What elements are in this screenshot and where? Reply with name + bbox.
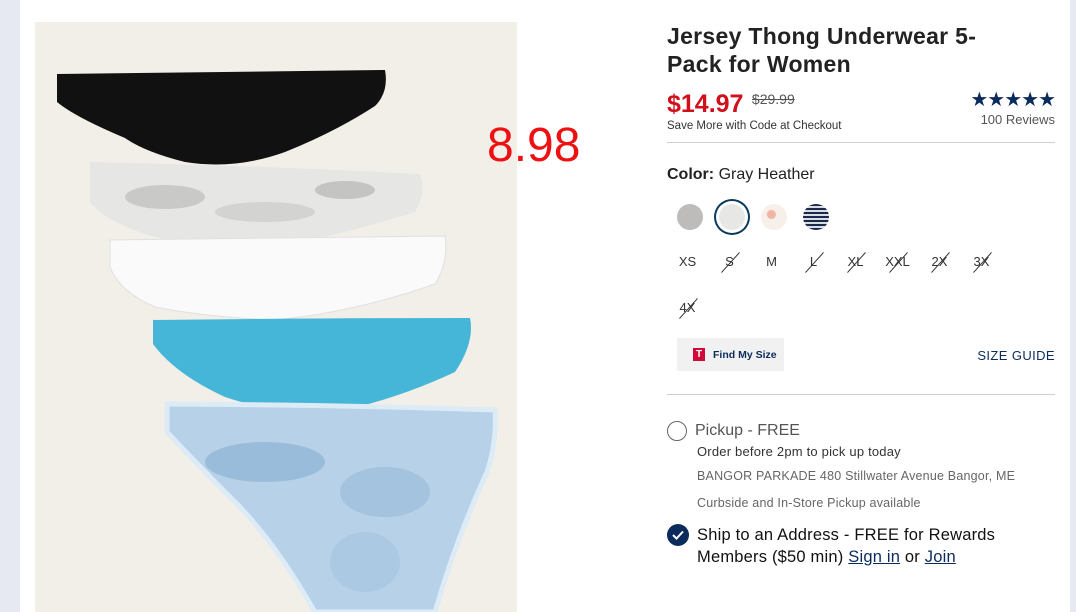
turquoise-thong: [153, 318, 471, 413]
size-option-4x[interactable]: 4X: [666, 298, 709, 318]
ship-checked-icon[interactable]: [667, 524, 689, 546]
pickup-availability: Curbside and In-Store Pickup available: [697, 496, 921, 510]
divider: [667, 142, 1055, 143]
swatch-floral[interactable]: [761, 204, 787, 230]
size-option-xs[interactable]: XS: [666, 252, 709, 272]
sale-price: $14.97: [667, 90, 744, 118]
pickup-radio[interactable]: [667, 421, 687, 441]
swatch-stripe[interactable]: [803, 204, 829, 230]
swatch-gray-heather[interactable]: [719, 204, 745, 230]
white-thong: [109, 235, 447, 321]
reviews-link[interactable]: 100 Reviews: [970, 112, 1055, 127]
color-label-title: Color:: [667, 166, 715, 183]
product-title: Jersey Thong Underwear 5-Pack for Women: [667, 23, 977, 77]
black-thong: [57, 70, 386, 165]
ship-option: Ship to an Address - FREE for Rewards Me…: [667, 524, 1055, 568]
divider: [667, 394, 1055, 395]
find-my-size-button[interactable]: T Find My Size: [677, 338, 784, 371]
color-label: Color: Gray Heather: [667, 166, 1055, 184]
color-swatches: [677, 204, 1055, 230]
price-row: $14.97 $29.99 Save More with Code at Che…: [667, 89, 1056, 134]
join-link[interactable]: Join: [925, 548, 956, 566]
product-details-panel: Jersey Thong Underwear 5-Pack for Women …: [667, 22, 1056, 568]
ship-or: or: [904, 548, 920, 566]
pickup-deadline: Order before 2pm to pick up today: [697, 444, 901, 459]
find-my-size-label: Find My Size: [713, 348, 777, 361]
size-guide-link[interactable]: SIZE GUIDE: [977, 348, 1055, 363]
size-option-l[interactable]: L: [792, 252, 835, 272]
size-option-3x[interactable]: 3X: [960, 252, 1003, 272]
size-option-m[interactable]: M: [750, 252, 793, 272]
size-option-s[interactable]: S: [708, 252, 751, 272]
color-value: Gray Heather: [718, 166, 815, 183]
rating[interactable]: ★★★★★ 100 Reviews: [970, 89, 1056, 127]
page: 8.98 Jersey Thong Underwear 5-Pack for W…: [20, 0, 1070, 612]
pickup-store: BANGOR PARKADE 480 Stillwater Avenue Ban…: [697, 469, 1016, 483]
star-rating-icon: ★★★★★: [970, 89, 1056, 111]
truefit-logo-icon: T: [693, 348, 705, 361]
sign-in-link[interactable]: Sign in: [848, 548, 900, 566]
swatch-heather-gray[interactable]: [677, 204, 703, 230]
size-option-2x[interactable]: 2X: [918, 252, 961, 272]
pickup-label[interactable]: Pickup - FREE: [695, 422, 800, 440]
pickup-option: Pickup - FREE Order before 2pm to pick u…: [667, 421, 1055, 510]
size-option-xl[interactable]: XL: [834, 252, 877, 272]
original-price: $29.99: [751, 91, 795, 107]
tiedye-thong: [164, 401, 498, 612]
size-options: XS S M L XL XXL 2X 3X 4X: [667, 252, 1027, 318]
product-image[interactable]: [35, 22, 517, 612]
price-annotation: 8.98: [487, 119, 581, 172]
size-option-xxl[interactable]: XXL: [876, 252, 919, 272]
